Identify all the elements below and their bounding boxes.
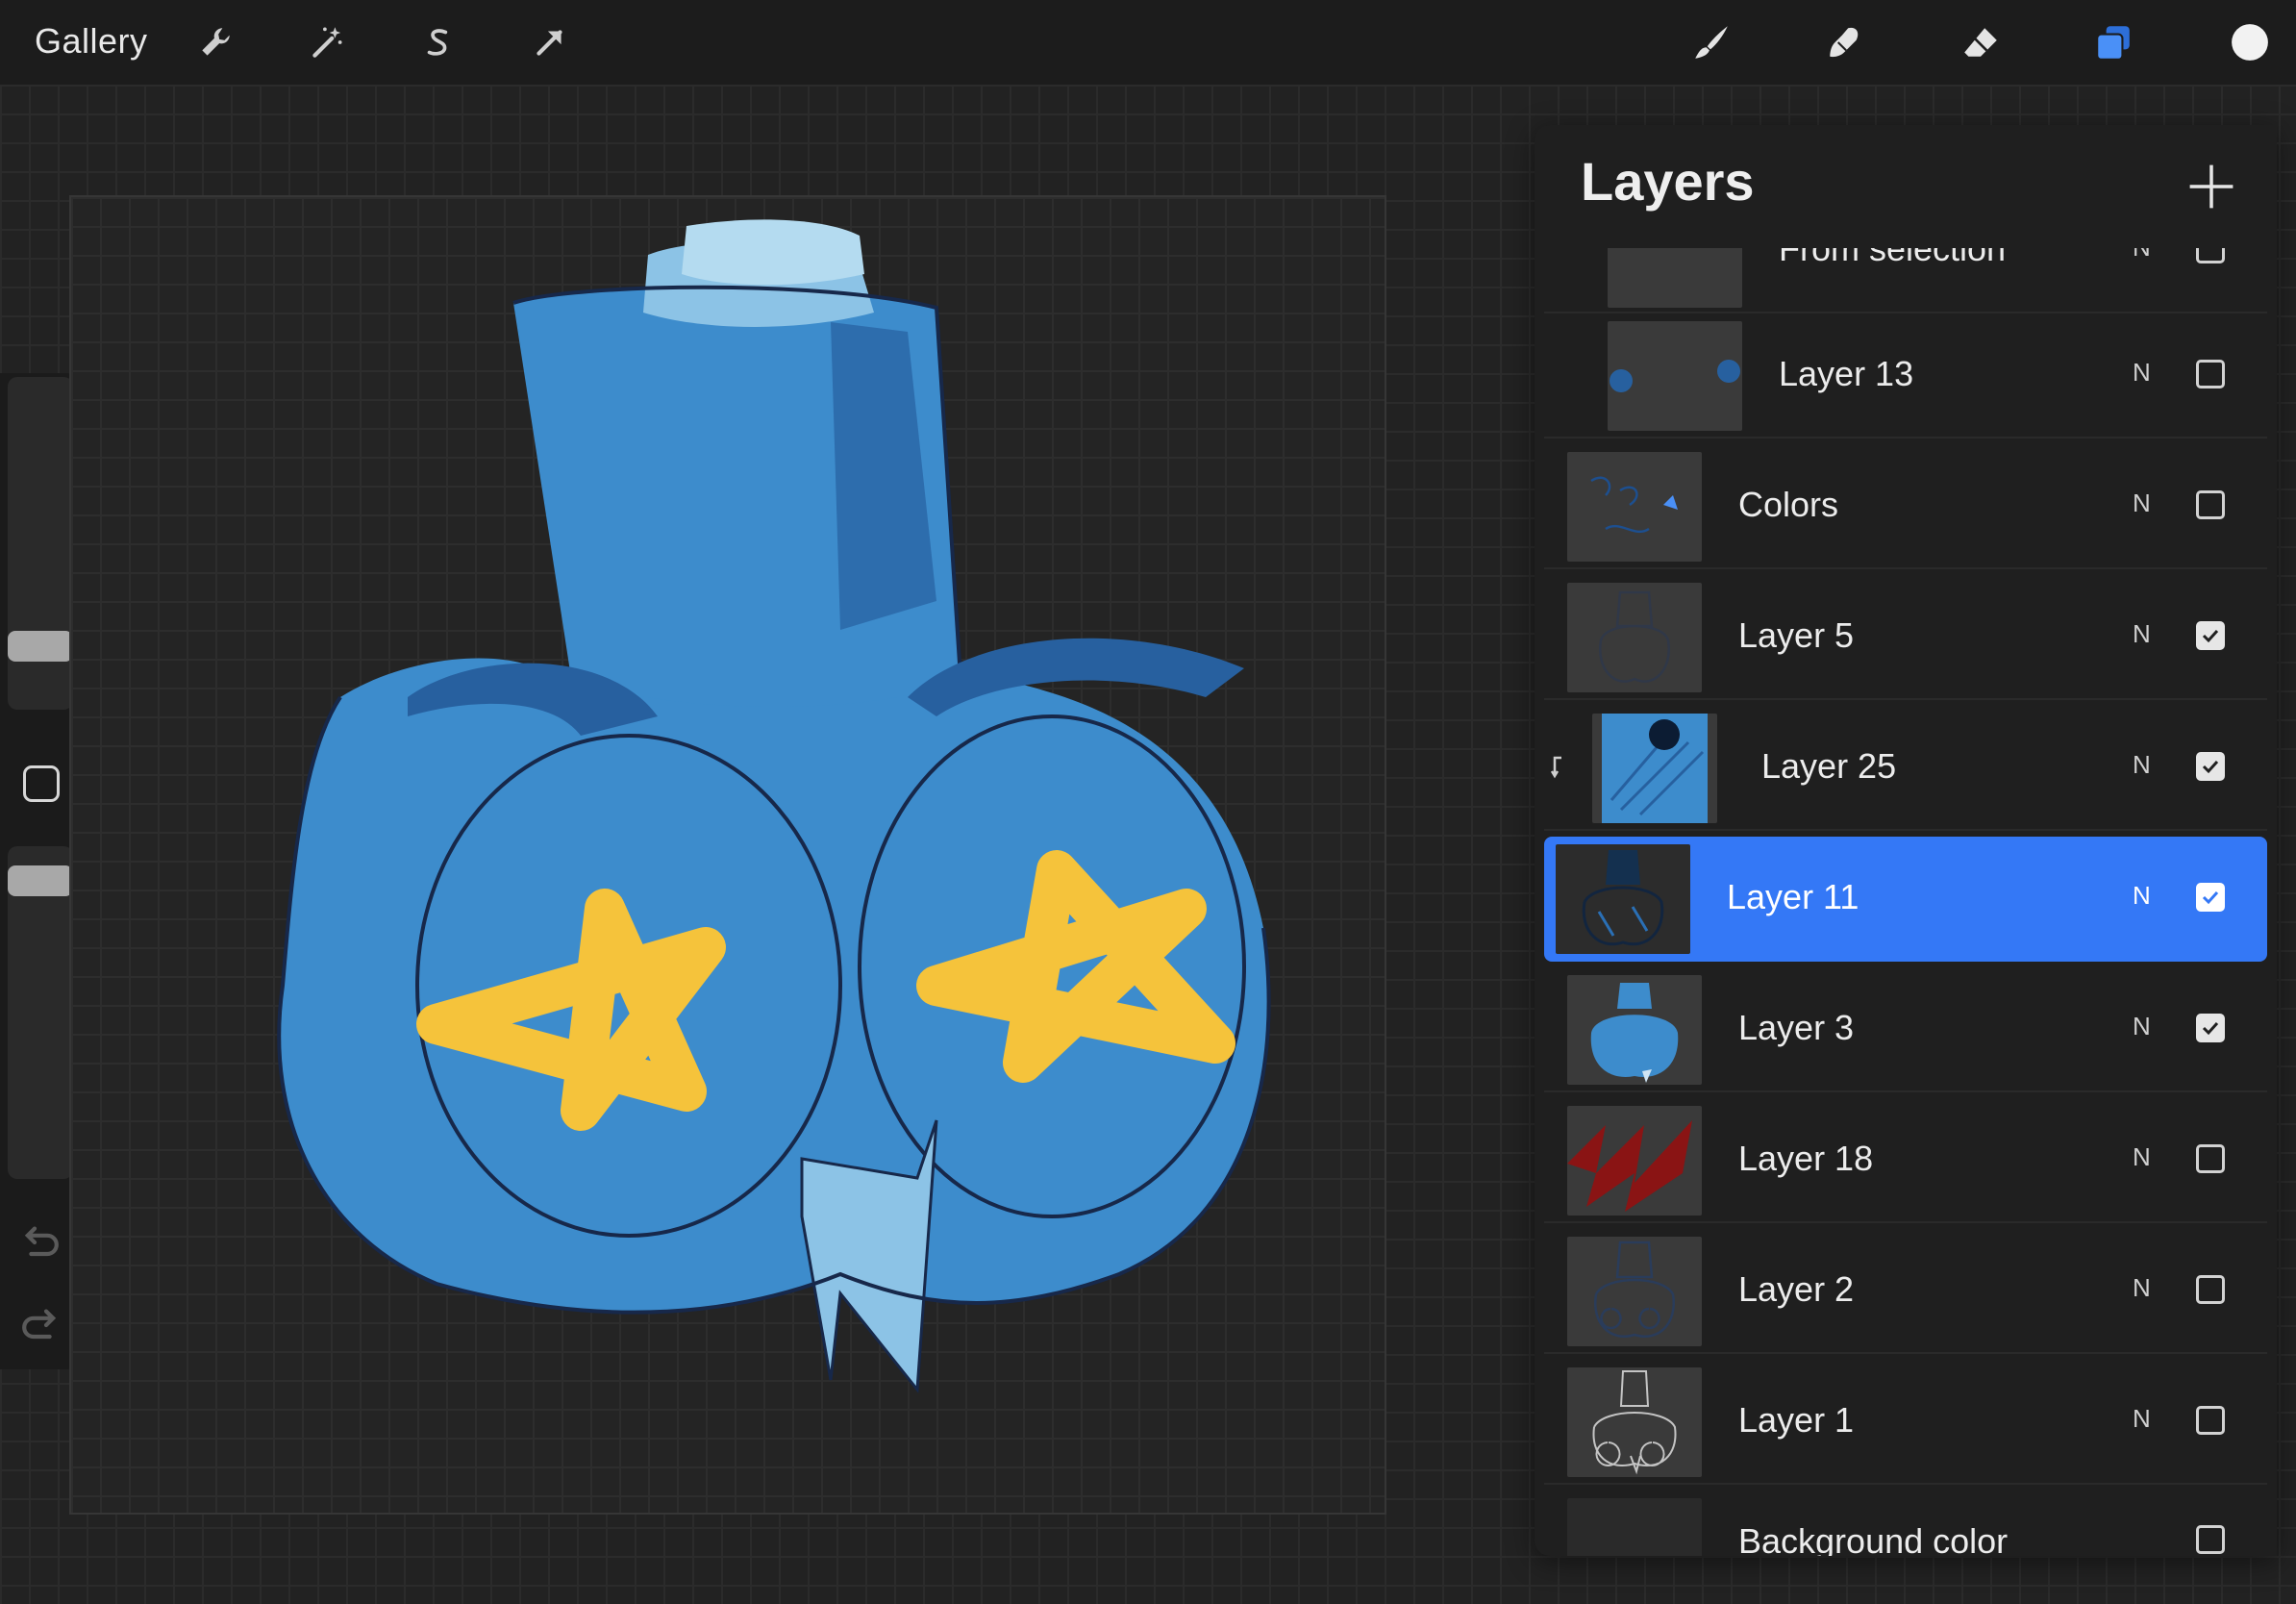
layer-row[interactable]: Layer 1 N [1544, 1360, 2267, 1485]
top-toolbar: Gallery [0, 0, 2296, 85]
visibility-checkbox[interactable] [2196, 1525, 2225, 1554]
brush-icon[interactable] [1685, 15, 1738, 69]
layer-row[interactable]: Layer 3 N [1544, 967, 2267, 1092]
layer-thumbnail [1567, 1106, 1702, 1216]
layer-row[interactable]: Layer 2 N [1544, 1229, 2267, 1354]
blend-mode[interactable]: N [2133, 619, 2151, 649]
panel-title: Layers [1581, 151, 1755, 212]
opacity-thumb[interactable] [8, 865, 73, 896]
clipping-mask-arrow-icon [1550, 756, 1561, 779]
layer-row[interactable]: Colors N [1544, 444, 2267, 569]
layers-icon[interactable] [2086, 15, 2140, 69]
blend-mode[interactable]: N [2133, 1273, 2151, 1303]
layers-panel: From selection N Layer 13 N Colors N [1535, 125, 2277, 1556]
visibility-checkbox[interactable] [2196, 621, 2225, 650]
layer-name: Layer 11 [1727, 877, 1859, 916]
blend-mode[interactable]: N [2133, 750, 2151, 780]
transform-arrow-icon[interactable] [523, 15, 577, 69]
layer-row[interactable]: Layer 25 N [1544, 706, 2267, 831]
layer-thumbnail [1567, 452, 1702, 562]
procreate-app: Gallery From selection Layer 13 N Colors… [0, 0, 2296, 1604]
layer-row[interactable]: Layer 13 N [1544, 313, 2267, 439]
owl-artwork [277, 219, 1271, 1393]
visibility-checkbox[interactable] [2196, 1014, 2225, 1042]
visibility-checkbox[interactable] [2196, 360, 2225, 388]
layers-panel-header: Layers [1535, 125, 2277, 248]
layer-name: Layer 2 [1738, 1269, 1855, 1309]
visibility-checkbox[interactable] [2196, 1144, 2225, 1173]
layer-name: Layer 25 [1761, 746, 1897, 786]
layer-list[interactable]: From selection N Layer 13 N Colors N [1535, 125, 2277, 1556]
layer-row[interactable]: Layer 18 N [1544, 1098, 2267, 1223]
visibility-checkbox[interactable] [2196, 752, 2225, 781]
layer-thumbnail [1567, 583, 1702, 692]
brush-size-thumb[interactable] [8, 631, 73, 662]
layer-thumbnail [1567, 1237, 1702, 1346]
eraser-icon[interactable] [1954, 15, 2008, 69]
color-swatch-icon[interactable] [2223, 15, 2277, 69]
layer-name: Background color [1738, 1521, 2009, 1556]
layer-name: Layer 18 [1738, 1139, 1874, 1178]
blend-mode[interactable]: N [2133, 1142, 2151, 1172]
layer-name: Layer 5 [1738, 615, 1855, 655]
layer-thumbnail [1608, 321, 1742, 431]
undo-icon[interactable] [17, 1219, 63, 1266]
layer-name: Layer 13 [1779, 354, 1914, 393]
magic-wand-icon[interactable] [300, 15, 354, 69]
redo-icon[interactable] [17, 1302, 63, 1348]
layer-thumbnail [1567, 975, 1702, 1085]
wrench-icon[interactable] [188, 15, 242, 69]
layer-thumbnail [1567, 1498, 1702, 1556]
layer-name: Layer 1 [1738, 1400, 1855, 1440]
gallery-button[interactable]: Gallery [35, 21, 148, 62]
blend-mode[interactable]: N [2133, 881, 2151, 911]
blend-mode[interactable]: N [2133, 1404, 2151, 1434]
layer-row-selected[interactable]: Layer 11 N [1544, 837, 2267, 962]
layer-name: Colors [1738, 485, 1839, 524]
layer-row-background[interactable]: Background color [1544, 1491, 2267, 1556]
layer-name: Layer 3 [1738, 1008, 1855, 1047]
visibility-checkbox[interactable] [2196, 1406, 2225, 1435]
blend-mode[interactable]: N [2133, 1012, 2151, 1041]
layer-row[interactable]: Layer 5 N [1544, 575, 2267, 700]
visibility-checkbox[interactable] [2196, 490, 2225, 519]
layer-thumbnail [1556, 844, 1690, 954]
blend-mode[interactable]: N [2133, 489, 2151, 518]
visibility-checkbox[interactable] [2196, 883, 2225, 912]
layer-thumbnail [1592, 714, 1717, 823]
plus-icon[interactable] [2184, 160, 2238, 213]
selection-s-icon[interactable] [412, 15, 465, 69]
smudge-icon[interactable] [1817, 15, 1871, 69]
blend-mode[interactable]: N [2133, 358, 2151, 388]
modify-square-icon[interactable] [23, 765, 60, 802]
visibility-checkbox[interactable] [2196, 1275, 2225, 1304]
drawing-canvas[interactable] [69, 195, 1386, 1515]
layer-thumbnail [1567, 1367, 1702, 1477]
